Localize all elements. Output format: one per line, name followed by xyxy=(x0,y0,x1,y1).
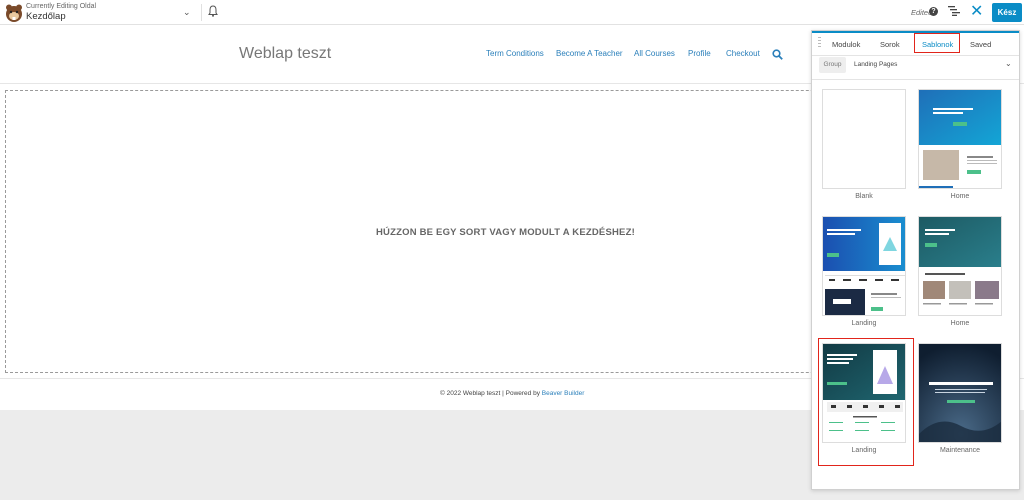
group-select[interactable]: Landing Pages xyxy=(854,61,897,68)
template-label-landing: Landing xyxy=(851,320,877,327)
nav-link-checkout[interactable]: Checkout xyxy=(726,49,760,58)
beaver-logo-icon xyxy=(6,4,22,22)
template-thumb-landing[interactable] xyxy=(822,216,906,316)
drop-zone-text: HÚZZON BE EGY SORT VAGY MODULT A KEZDÉSH… xyxy=(376,227,635,238)
tab-modulok[interactable]: Modulok xyxy=(832,40,860,49)
editing-caption: Currently Editing Oldal xyxy=(26,3,97,10)
template-preview-maintenance xyxy=(919,344,1001,442)
template-highlight-box xyxy=(818,338,914,466)
nav-link-all-courses[interactable]: All Courses xyxy=(634,49,675,58)
template-label-home: Home xyxy=(950,193,970,200)
nav-link-become-a-teacher[interactable]: Become A Teacher xyxy=(556,49,623,58)
template-preview-home-2 xyxy=(919,217,1001,305)
footer-link-beaver-builder[interactable]: Beaver Builder xyxy=(542,390,585,397)
footer: © 2022 Weblap teszt | Powered by Beaver … xyxy=(440,390,584,397)
footer-text: © 2022 Weblap teszt | Powered by xyxy=(440,390,542,397)
search-icon[interactable] xyxy=(772,49,783,60)
template-preview-landing xyxy=(823,217,905,315)
tabs-divider xyxy=(812,55,1019,56)
chevron-down-icon[interactable]: ⌄ xyxy=(1005,59,1012,68)
editing-page-title[interactable]: Kezdőlap xyxy=(26,11,66,22)
template-thumb-blank[interactable] xyxy=(822,89,906,189)
tab-highlight-box xyxy=(914,33,960,53)
content-panel: Modulok Sorok Sablonok Saved Group Landi… xyxy=(811,30,1020,490)
template-preview-home xyxy=(919,90,1001,188)
template-thumb-home-2[interactable] xyxy=(918,216,1002,316)
divider xyxy=(201,4,202,21)
template-label-home-2: Home xyxy=(950,320,970,327)
help-icon[interactable]: ? xyxy=(929,7,938,16)
nav-link-profile[interactable]: Profile xyxy=(688,49,711,58)
drag-handle-icon[interactable] xyxy=(818,37,821,49)
top-bar: Currently Editing Oldal Kezdőlap ⌄ Edite… xyxy=(0,0,1024,25)
template-thumb-home[interactable] xyxy=(918,89,1002,189)
bell-icon[interactable] xyxy=(208,5,218,17)
close-icon[interactable]: ✕ xyxy=(970,4,983,20)
outline-icon[interactable] xyxy=(948,6,960,16)
group-divider xyxy=(812,79,1019,80)
site-title[interactable]: Weblap teszt xyxy=(239,45,331,63)
tab-saved[interactable]: Saved xyxy=(970,40,991,49)
group-label: Group xyxy=(819,57,846,73)
tab-sorok[interactable]: Sorok xyxy=(880,40,900,49)
template-thumb-maintenance[interactable] xyxy=(918,343,1002,443)
template-label-blank: Blank xyxy=(855,193,873,200)
done-button[interactable]: Kész xyxy=(992,3,1022,22)
chevron-down-icon[interactable]: ⌄ xyxy=(183,7,191,18)
nav-link-term-conditions[interactable]: Term Conditions xyxy=(486,49,544,58)
template-label-maintenance: Maintenance xyxy=(939,447,981,454)
